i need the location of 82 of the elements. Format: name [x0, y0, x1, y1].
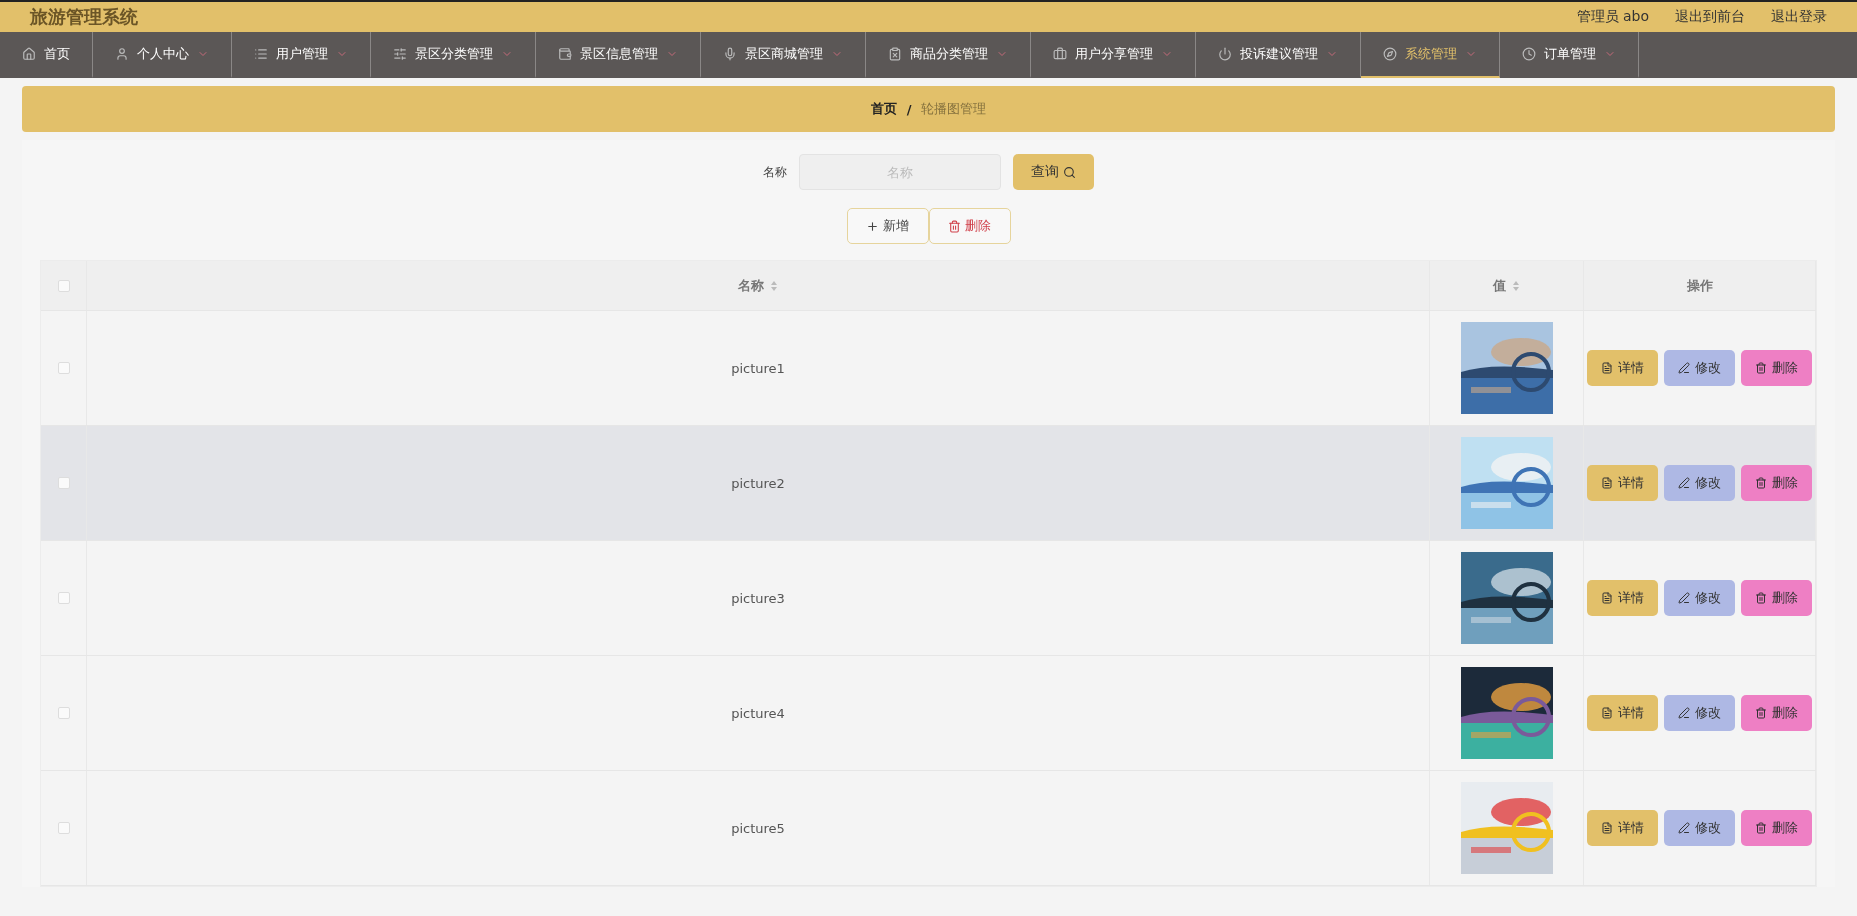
sort-icon[interactable] [770, 279, 778, 292]
add-button[interactable]: 新增 [846, 208, 929, 244]
plus-icon [866, 219, 879, 233]
document-icon [1601, 592, 1613, 604]
detail-button[interactable]: 详情 [1587, 810, 1658, 846]
edit-button[interactable]: 修改 [1664, 695, 1735, 731]
select-all-checkbox[interactable] [57, 279, 70, 292]
delete-button[interactable]: 删除 [1741, 695, 1812, 731]
breadcrumb-current: 轮播图管理 [921, 100, 987, 118]
pen-icon [1678, 822, 1690, 834]
trash-icon [1755, 477, 1767, 489]
edit-button[interactable]: 修改 [1664, 350, 1735, 386]
breadcrumb-separator: / [906, 101, 912, 117]
table-cell: picture2 [731, 475, 785, 491]
row-checkbox[interactable] [57, 822, 70, 834]
column-header: 值 [1493, 276, 1506, 295]
row-checkbox[interactable] [57, 477, 70, 489]
header-link[interactable]: 退出到前台 [1675, 8, 1745, 26]
sliders-icon [393, 47, 407, 61]
briefcase-icon [1053, 47, 1067, 61]
column-header: 操作 [1686, 276, 1713, 295]
user-icon [115, 47, 129, 61]
home-icon [22, 47, 36, 61]
microphone-icon [723, 47, 737, 61]
power-icon [1218, 47, 1232, 61]
user-label: 管理员 abo [1576, 8, 1649, 26]
nav-item[interactable]: 订单管理 [1500, 32, 1639, 78]
clipboard-icon [888, 47, 902, 61]
document-icon [1601, 707, 1613, 719]
row-checkbox[interactable] [57, 707, 70, 719]
document-icon [1601, 822, 1613, 834]
nav-item[interactable]: 景区分类管理 [371, 32, 536, 78]
pen-icon [1678, 362, 1690, 374]
search-button[interactable]: 查询 [1013, 154, 1094, 190]
delete-button[interactable]: 删除 [1741, 350, 1812, 386]
nav-item[interactable]: 商品分类管理 [866, 32, 1031, 78]
compass-icon [1383, 47, 1397, 61]
breadcrumb-link[interactable]: 首页 [870, 100, 897, 118]
search-icon [1063, 165, 1076, 179]
nav-item[interactable]: 个人中心 [93, 32, 232, 78]
column-header: 名称 [738, 276, 764, 295]
nav-item[interactable]: 系统管理 [1361, 32, 1500, 78]
document-icon [1601, 362, 1613, 374]
list-icon [254, 47, 268, 61]
detail-button[interactable]: 详情 [1587, 580, 1658, 616]
nav-item[interactable]: 投诉建议管理 [1196, 32, 1361, 78]
trash-icon [1755, 707, 1767, 719]
detail-button[interactable]: 详情 [1587, 465, 1658, 501]
edit-button[interactable]: 修改 [1664, 465, 1735, 501]
document-icon [1601, 477, 1613, 489]
row-checkbox[interactable] [57, 592, 70, 604]
sort-icon[interactable] [1512, 279, 1520, 292]
clock-icon [1522, 47, 1536, 61]
nav-item[interactable]: 用户管理 [232, 32, 371, 78]
trash-icon [948, 219, 961, 233]
wallet-icon [558, 47, 572, 61]
edit-button[interactable]: 修改 [1664, 810, 1735, 846]
pen-icon [1678, 707, 1690, 719]
table-cell: picture5 [731, 820, 785, 836]
detail-button[interactable]: 详情 [1587, 350, 1658, 386]
header-link[interactable]: 退出登录 [1771, 8, 1827, 26]
pen-icon [1678, 592, 1690, 604]
table-cell: picture3 [731, 590, 785, 606]
nav-item[interactable]: 景区信息管理 [536, 32, 701, 78]
search-label: 名称 [763, 163, 787, 181]
app-title: 旅游管理系统 [30, 5, 138, 29]
nav-item[interactable]: 用户分享管理 [1031, 32, 1196, 78]
delete-button[interactable]: 删除 [1741, 465, 1812, 501]
table-cell: picture1 [731, 360, 785, 376]
delete-button[interactable]: 删除 [928, 208, 1011, 244]
delete-button[interactable]: 删除 [1741, 810, 1812, 846]
nav-item[interactable]: 首页 [0, 32, 93, 78]
table-cell: picture4 [731, 705, 785, 721]
row-checkbox[interactable] [57, 362, 70, 374]
delete-button[interactable]: 删除 [1741, 580, 1812, 616]
pen-icon [1678, 477, 1690, 489]
edit-button[interactable]: 修改 [1664, 580, 1735, 616]
trash-icon [1755, 822, 1767, 834]
nav-item[interactable]: 景区商城管理 [701, 32, 866, 78]
trash-icon [1755, 362, 1767, 374]
detail-button[interactable]: 详情 [1587, 695, 1658, 731]
trash-icon [1755, 592, 1767, 604]
